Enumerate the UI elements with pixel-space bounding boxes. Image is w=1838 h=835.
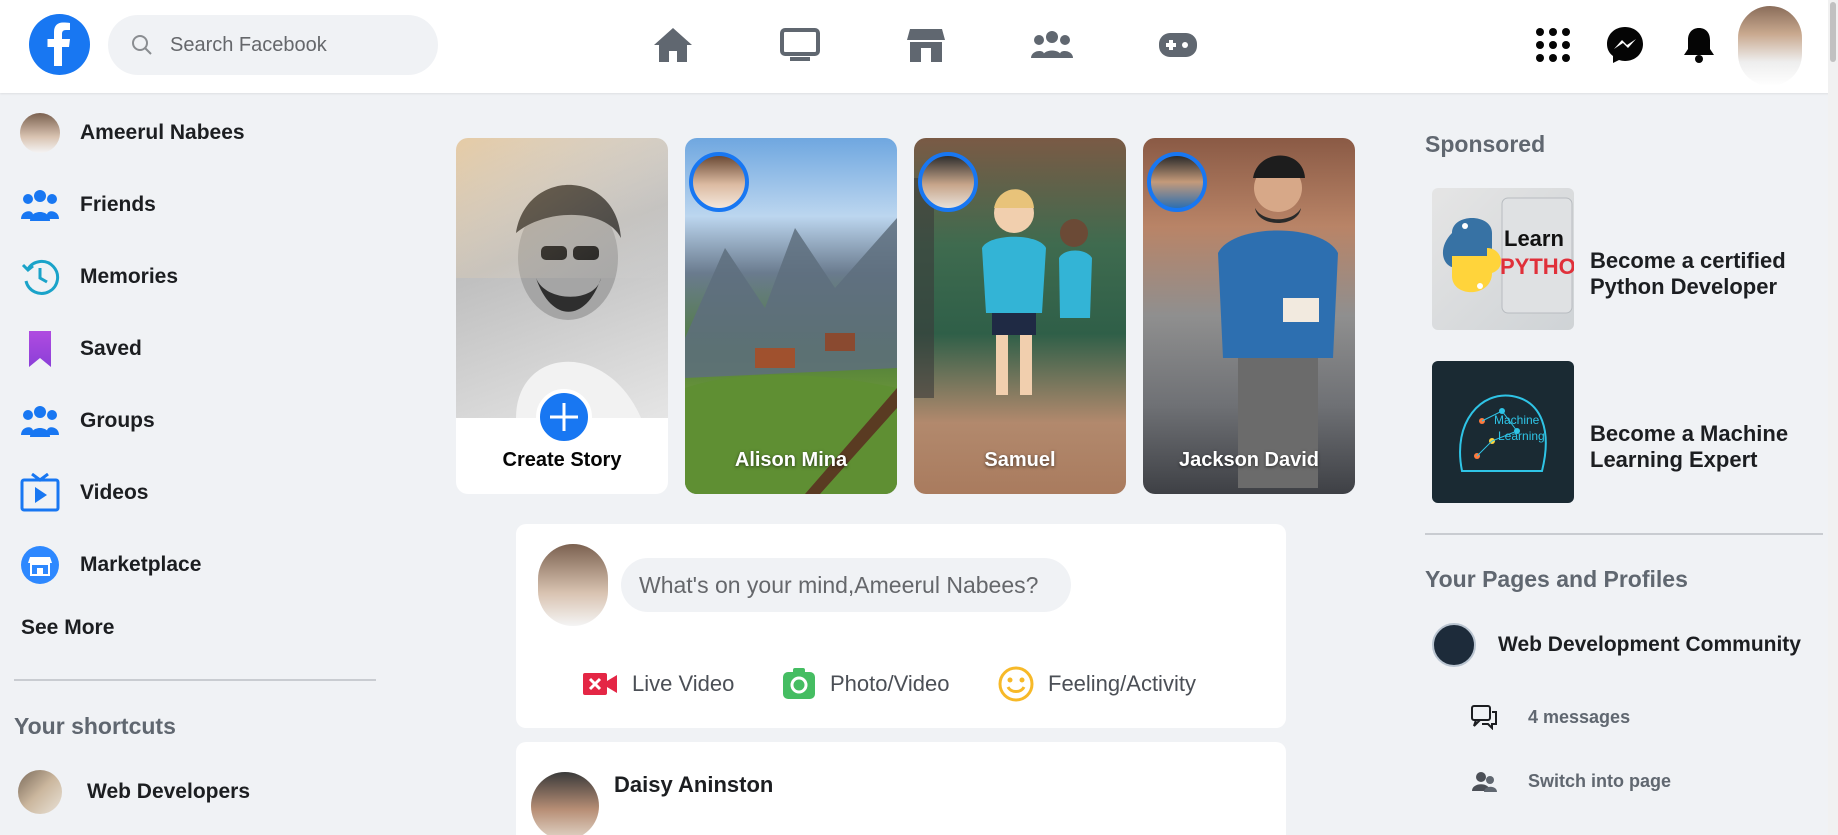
- story-avatar: [689, 152, 749, 212]
- sidebar-item-videos[interactable]: Videos: [18, 465, 148, 521]
- sidebar-item-marketplace[interactable]: Marketplace: [18, 537, 201, 593]
- sidebar-item-groups[interactable]: Groups: [18, 393, 155, 449]
- story-photo: [456, 138, 668, 418]
- shortcut-web-developers[interactable]: Web Developers: [18, 764, 250, 820]
- friends-icon: [18, 183, 62, 227]
- watch-icon[interactable]: [772, 18, 828, 72]
- profile-avatar[interactable]: [1738, 6, 1802, 86]
- sidebar-item-label: Saved: [80, 337, 142, 360]
- search-icon: [132, 35, 152, 55]
- memories-icon: [18, 255, 62, 299]
- messages-icon: [1471, 705, 1497, 730]
- page-messages-link[interactable]: 4 messages: [1470, 702, 1630, 732]
- photo-video-label: Photo/Video: [830, 671, 950, 696]
- videos-icon: [18, 471, 62, 515]
- pages-title: Your Pages and Profiles: [1425, 566, 1688, 592]
- create-story-plus-icon[interactable]: [536, 389, 592, 445]
- marketplace-icon[interactable]: [898, 18, 954, 72]
- sidebar-divider: [14, 679, 376, 681]
- photo-video-button[interactable]: Photo/Video: [782, 662, 949, 706]
- ad-ml-image[interactable]: Machine Learning: [1432, 361, 1574, 503]
- switch-into-page-link[interactable]: Switch into page: [1470, 766, 1671, 796]
- page-web-development-community[interactable]: Web Development Community: [1432, 622, 1801, 668]
- ad-image-text: PYTHON: [1500, 254, 1574, 279]
- story-card-jackson[interactable]: Jackson David: [1143, 138, 1355, 494]
- sidebar-item-memories[interactable]: Memories: [18, 249, 178, 305]
- feeling-icon: [998, 666, 1034, 702]
- scrollbar-thumb[interactable]: [1830, 2, 1836, 62]
- story-name: Alison Mina: [734, 449, 848, 471]
- groups-icon[interactable]: [1024, 18, 1080, 72]
- ad-text-line: Learning Expert: [1590, 447, 1758, 472]
- shortcuts-title: Your shortcuts: [14, 713, 176, 739]
- sidebar-item-label: Friends: [80, 193, 156, 216]
- post-composer: Live Video Photo/Video Feeling/Activity: [516, 524, 1286, 728]
- photo-video-icon: [783, 668, 815, 699]
- sidebar-item-label: Videos: [80, 481, 149, 504]
- search-bar[interactable]: [108, 15, 438, 75]
- story-card-alison[interactable]: Alison Mina: [685, 138, 897, 494]
- story-avatar: [1147, 152, 1207, 212]
- feeling-activity-button[interactable]: Feeling/Activity: [998, 662, 1196, 706]
- ad-image-text: Machine: [1494, 413, 1540, 427]
- sidebar-item-label: Memories: [80, 265, 179, 288]
- see-more-button[interactable]: See More: [21, 616, 114, 640]
- shortcut-thumbnail: [18, 770, 62, 814]
- messages-count: 4 messages: [1528, 706, 1631, 727]
- sidebar-item-label: Ameerul Nabees: [80, 121, 245, 144]
- marketplace-icon: [18, 543, 62, 587]
- live-video-label: Live Video: [632, 671, 735, 696]
- live-video-icon: [583, 673, 617, 695]
- right-divider: [1425, 533, 1823, 535]
- post-author-avatar[interactable]: [531, 772, 599, 835]
- feeling-activity-label: Feeling/Activity: [1048, 671, 1196, 696]
- ad-ml-text[interactable]: Become a Machine Learning Expert: [1590, 421, 1788, 473]
- sidebar-item-saved[interactable]: Saved: [18, 321, 142, 377]
- ad-text-line: Become a certified: [1590, 248, 1786, 273]
- page-name: Web Development Community: [1498, 633, 1801, 656]
- ad-text-line: Become a Machine: [1590, 421, 1789, 446]
- sidebar-item-friends[interactable]: Friends: [18, 177, 156, 233]
- ad-text-line: Python Developer: [1590, 274, 1778, 299]
- create-story-label: Create Story: [502, 449, 622, 471]
- ad-python-text[interactable]: Become a certified Python Developer: [1590, 248, 1786, 300]
- search-input[interactable]: [170, 27, 420, 63]
- live-video-button[interactable]: Live Video: [582, 662, 734, 706]
- menu-grid-icon[interactable]: [1530, 22, 1576, 68]
- ad-python-image[interactable]: Learn PYTHON: [1432, 188, 1574, 330]
- switch-profile-icon: [1472, 772, 1497, 792]
- notifications-icon[interactable]: [1676, 22, 1722, 68]
- messenger-icon[interactable]: [1602, 22, 1648, 68]
- page-scrollbar[interactable]: [1828, 0, 1838, 835]
- create-story-card[interactable]: Create Story: [456, 138, 668, 494]
- story-card-samuel[interactable]: Samuel: [914, 138, 1126, 494]
- story-avatar: [918, 152, 978, 212]
- sponsored-title: Sponsored: [1425, 131, 1546, 157]
- saved-icon: [18, 327, 62, 371]
- whats-on-your-mind-input[interactable]: [621, 558, 1071, 612]
- story-name: Jackson David: [1178, 449, 1320, 471]
- feed-post: Daisy Aninston: [516, 742, 1286, 835]
- post-author-name[interactable]: Daisy Aninston: [614, 772, 773, 798]
- sidebar-item-profile[interactable]: Ameerul Nabees: [18, 105, 245, 161]
- top-bar: [0, 0, 1838, 93]
- ad-image-text: Learn: [1504, 226, 1564, 251]
- facebook-logo[interactable]: [29, 14, 90, 75]
- page-logo: [1432, 623, 1476, 667]
- gaming-icon[interactable]: [1150, 18, 1206, 72]
- profile-avatar: [18, 111, 62, 155]
- home-icon[interactable]: [645, 18, 701, 72]
- composer-avatar: [538, 544, 608, 626]
- story-name: Samuel: [984, 449, 1056, 471]
- ad-image-text: Learning: [1498, 429, 1545, 443]
- sidebar-item-label: Marketplace: [80, 553, 202, 576]
- groups-icon: [18, 399, 62, 443]
- switch-into-page-label: Switch into page: [1528, 770, 1672, 791]
- sidebar-item-label: Groups: [80, 409, 155, 432]
- shortcut-label: Web Developers: [87, 780, 251, 803]
